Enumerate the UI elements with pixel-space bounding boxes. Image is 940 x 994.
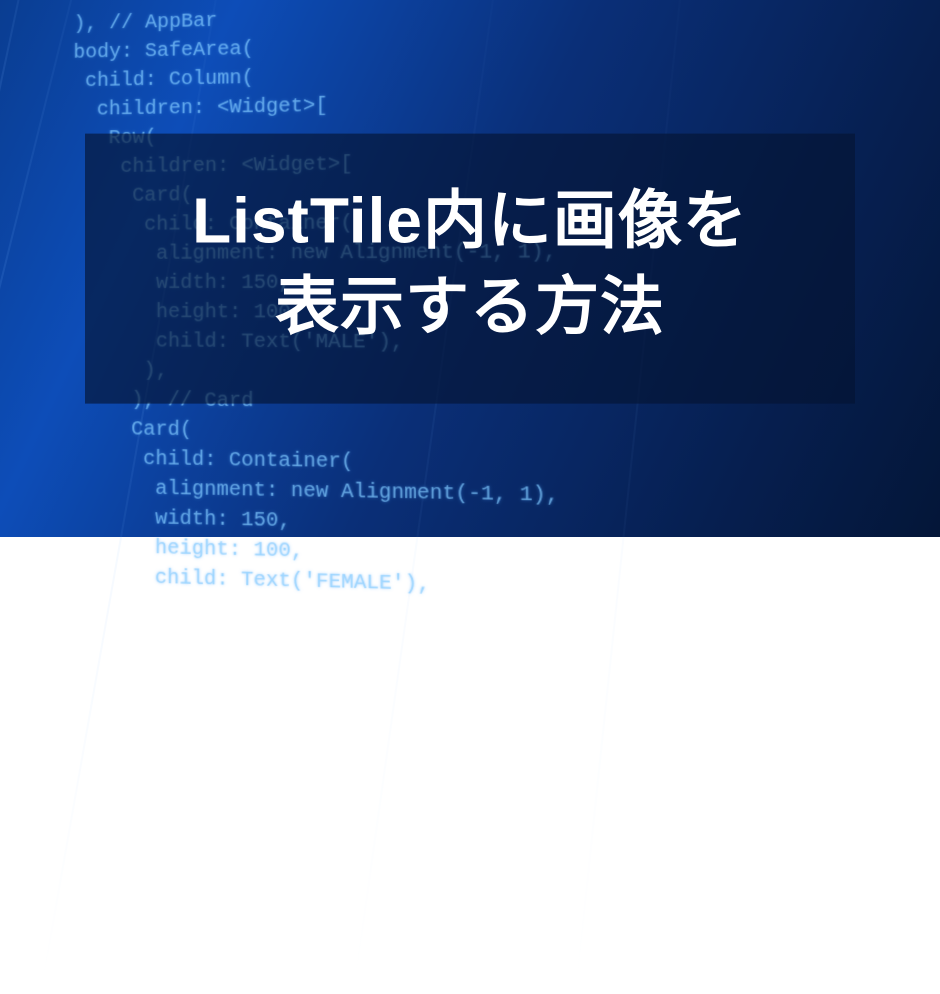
title-line-2: 表示する方法 <box>275 271 665 343</box>
article-title: ListTile内に画像を 表示する方法 <box>105 177 835 350</box>
title-line-1: ListTile内に画像を <box>192 184 748 256</box>
title-overlay-box: ListTile内に画像を 表示する方法 <box>85 133 855 404</box>
light-ray <box>0 0 62 974</box>
